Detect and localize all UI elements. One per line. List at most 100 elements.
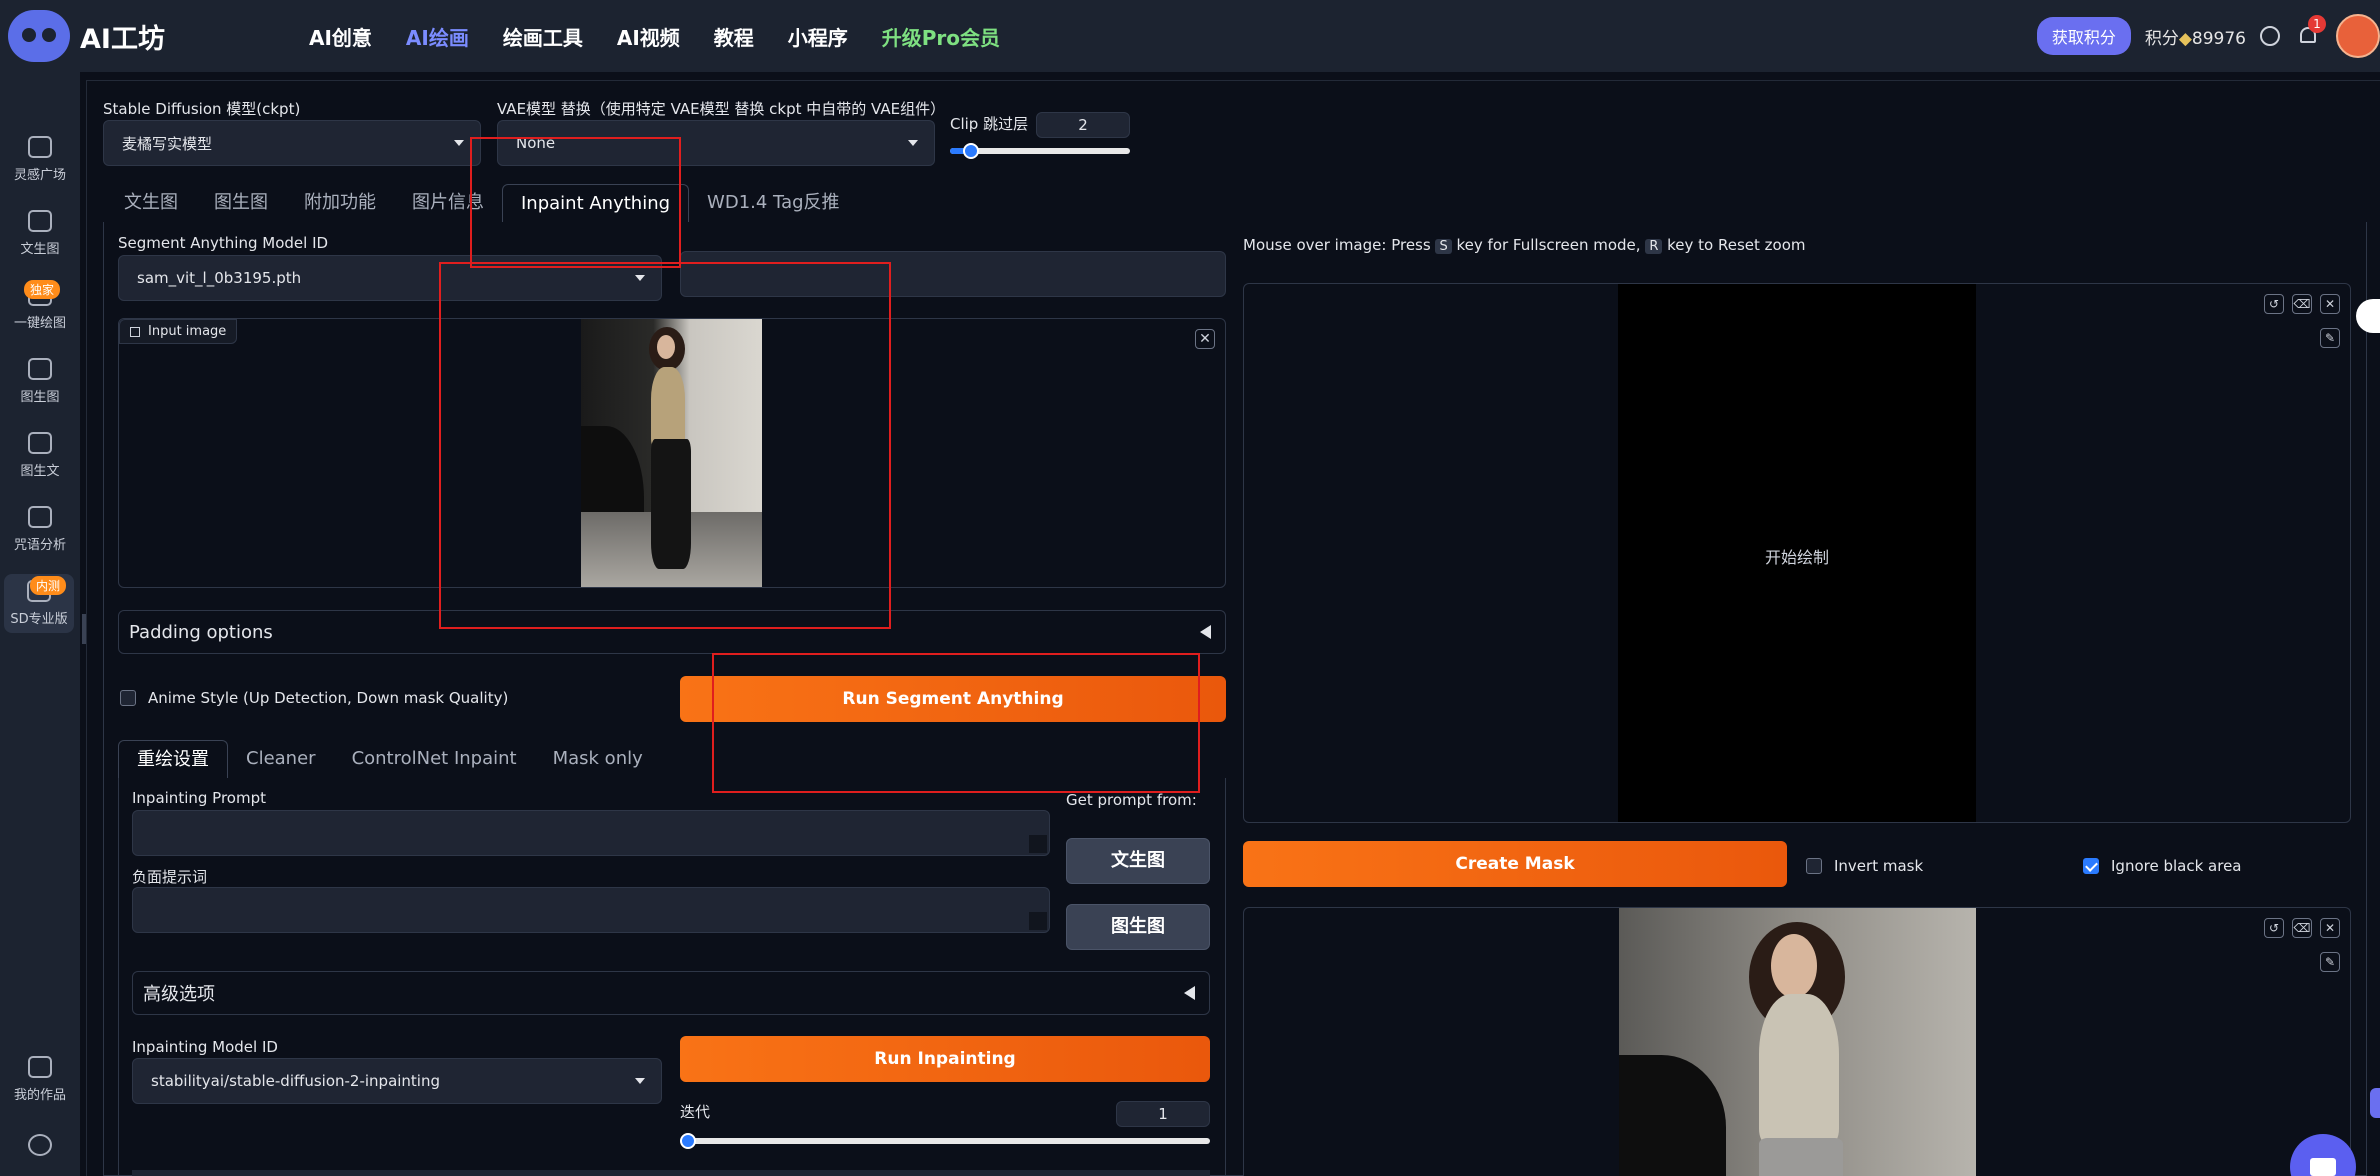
advanced-options-label: 高级选项: [143, 984, 215, 1005]
robot-logo-icon: [8, 10, 70, 62]
sam-model-value: sam_vit_l_0b3195.pth: [137, 269, 302, 287]
subtab-mask-only[interactable]: Mask only: [535, 740, 661, 778]
nav-ai-video[interactable]: AI视频: [617, 22, 680, 51]
tab-wd14-tagger[interactable]: WD1.4 Tag反推: [689, 184, 857, 222]
subtab-redraw-settings[interactable]: 重绘设置: [118, 740, 228, 778]
chevron-down-icon: [635, 275, 645, 281]
resize-handle-icon[interactable]: [1029, 835, 1047, 853]
ignore-black-label: Ignore black area: [2111, 857, 2242, 875]
notification-badge: 1: [2308, 15, 2326, 33]
input-photo: [581, 319, 762, 587]
run-inpainting-button[interactable]: Run Inpainting: [680, 1036, 1210, 1082]
close-icon[interactable]: ✕: [2320, 918, 2340, 938]
key-s: S: [1435, 239, 1452, 254]
sidebar-item-txt2img[interactable]: 文生图: [0, 210, 80, 257]
sidebar-item-my-works[interactable]: 我的作品: [0, 1056, 80, 1103]
advanced-options-accordion[interactable]: 高级选项: [132, 971, 1210, 1015]
negative-prompt-input[interactable]: [132, 887, 1050, 933]
main-nav: AI创意 AI绘画 绘画工具 AI视频 教程 小程序 升级Pro会员: [309, 22, 1034, 51]
create-mask-button[interactable]: Create Mask: [1243, 841, 1787, 887]
scan-icon: [28, 210, 52, 232]
brand-logo[interactable]: AI工坊: [8, 10, 165, 62]
get-points-button[interactable]: 获取积分: [2036, 17, 2131, 55]
beta-tag: 内测: [30, 576, 67, 595]
sidebar-item-img2img[interactable]: 图生图: [0, 358, 80, 405]
points-display: 积分◆89976: [2145, 24, 2246, 49]
sam-model-select[interactable]: sam_vit_l_0b3195.pth: [118, 255, 662, 301]
subtab-controlnet-inpaint[interactable]: ControlNet Inpaint: [334, 740, 535, 778]
nav-upgrade-pro[interactable]: 升级Pro会员: [882, 22, 1000, 51]
image-edit-icon: [28, 432, 52, 454]
nav-painting-tools[interactable]: 绘画工具: [503, 22, 583, 51]
chevron-down-icon: [635, 1078, 645, 1084]
sidebar-item-img2txt[interactable]: 图生文: [0, 432, 80, 479]
user-avatar[interactable]: [2336, 14, 2380, 58]
tab-img2img[interactable]: 图生图: [196, 184, 286, 222]
brush-icon[interactable]: ✎: [2320, 952, 2340, 972]
anime-style-row: Anime Style (Up Detection, Down mask Qua…: [120, 689, 508, 707]
sidebar-item-inspiration[interactable]: 灵感广场: [0, 136, 80, 183]
ignore-black-checkbox[interactable]: [2083, 858, 2099, 874]
inpaint-sub-tabs: 重绘设置 Cleaner ControlNet Inpaint Mask onl…: [118, 740, 661, 778]
anime-style-checkbox[interactable]: [120, 690, 136, 706]
tab-inpaint-anything[interactable]: Inpaint Anything: [502, 184, 690, 222]
nav-ai-creative[interactable]: AI创意: [309, 22, 372, 51]
input-image-label: Input image: [148, 324, 227, 339]
brush-icon[interactable]: ✎: [2320, 328, 2340, 348]
notification-bell-icon[interactable]: 1: [2298, 15, 2326, 47]
ckpt-select[interactable]: 麦橘写实模型: [103, 120, 481, 166]
exclusive-tag: 独家: [24, 280, 61, 299]
tab-txt2img[interactable]: 文生图: [106, 184, 196, 222]
vae-value: None: [516, 134, 556, 152]
subtab-cleaner[interactable]: Cleaner: [228, 740, 334, 778]
nav-mini-program[interactable]: 小程序: [788, 22, 848, 51]
tab-extras[interactable]: 附加功能: [286, 184, 394, 222]
padding-options-label: Padding options: [129, 621, 273, 643]
inpainting-prompt-label: Inpainting Prompt: [132, 789, 266, 807]
clip-skip-slider[interactable]: [950, 143, 1130, 159]
close-icon[interactable]: ✕: [2320, 294, 2340, 314]
sidebar-item-label: 图生文: [20, 464, 60, 479]
sidebar-item-label: 一键绘图: [13, 316, 66, 331]
sidebar-item-label: 咒语分析: [13, 538, 66, 553]
points-label: 积分: [2144, 28, 2179, 49]
collapse-triangle-icon: [1184, 986, 1195, 1000]
eraser-icon[interactable]: ⌫: [2292, 294, 2312, 314]
input-image-badge: Input image: [119, 319, 238, 344]
sidebar-item-label: 图生图: [20, 390, 60, 405]
vae-select[interactable]: None: [497, 120, 935, 166]
get-prompt-txt2img-button[interactable]: 文生图: [1066, 838, 1210, 884]
eraser-icon[interactable]: ⌫: [2292, 918, 2312, 938]
nav-tutorials[interactable]: 教程: [714, 22, 754, 51]
inpainting-prompt-input[interactable]: [132, 810, 1050, 856]
tab-png-info[interactable]: 图片信息: [394, 184, 502, 222]
inpainting-model-select[interactable]: stabilityai/stable-diffusion-2-inpaintin…: [132, 1058, 662, 1104]
clip-skip-input[interactable]: 2: [1036, 112, 1130, 138]
points-value: 89976: [2191, 28, 2246, 49]
padding-options-accordion[interactable]: Padding options: [118, 610, 1226, 654]
run-segment-anything-button[interactable]: Run Segment Anything: [680, 676, 1226, 722]
inpainting-model-label: Inpainting Model ID: [132, 1038, 278, 1056]
resize-handle-icon[interactable]: [1029, 912, 1047, 930]
anime-style-label: Anime Style (Up Detection, Down mask Qua…: [148, 689, 509, 707]
globe-icon[interactable]: [2260, 26, 2280, 46]
chevron-down-icon: [454, 140, 464, 146]
side-purple-tab[interactable]: [2370, 1088, 2380, 1118]
key-r: R: [1645, 239, 1663, 254]
sidebar-theme-toggle[interactable]: [0, 1134, 80, 1162]
get-prompt-img2img-button[interactable]: 图生图: [1066, 904, 1210, 950]
nav-ai-painting[interactable]: AI绘画: [406, 22, 469, 51]
sidebar-item-label: 我的作品: [13, 1088, 66, 1103]
sidebar-item-label: SD专业版: [10, 612, 68, 627]
invert-mask-checkbox[interactable]: [1806, 858, 1822, 874]
top-navbar: AI工坊 AI创意 AI绘画 绘画工具 AI视频 教程 小程序 升级Pro会员 …: [0, 0, 2380, 72]
iterations-slider[interactable]: [680, 1133, 1210, 1149]
sidebar-item-label: 灵感广场: [13, 168, 66, 183]
clear-image-icon[interactable]: ✕: [1195, 329, 1215, 349]
mask-photo: [1619, 908, 1976, 1176]
undo-icon[interactable]: ↺: [2264, 294, 2284, 314]
undo-icon[interactable]: ↺: [2264, 918, 2284, 938]
chat-icon: [2310, 1158, 2336, 1176]
iterations-input[interactable]: 1: [1116, 1101, 1210, 1127]
sidebar-item-prompt-analysis[interactable]: 咒语分析: [0, 506, 80, 553]
